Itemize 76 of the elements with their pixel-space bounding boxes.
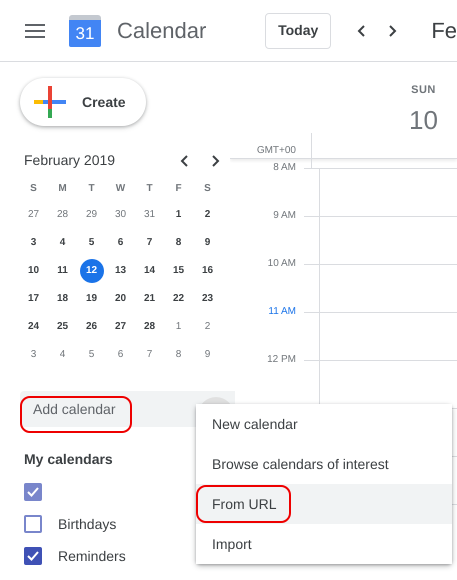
calendar-label: Birthdays xyxy=(58,514,116,534)
menu-item[interactable]: Browse calendars of interest xyxy=(196,444,452,484)
date-cell[interactable]: 3 xyxy=(22,231,46,255)
create-button[interactable]: Create xyxy=(20,78,146,126)
date-cell[interactable]: 4 xyxy=(50,343,74,367)
date-cell[interactable]: 5 xyxy=(80,343,104,367)
time-label: 10 AM xyxy=(266,258,296,270)
weekday-label: F xyxy=(174,182,183,196)
app-title: Calendar xyxy=(117,17,206,45)
date-cell[interactable]: 17 xyxy=(22,287,46,311)
date-cell[interactable]: 8 xyxy=(166,343,190,367)
date-cell[interactable]: 31 xyxy=(138,203,162,227)
period-title: Fe xyxy=(431,17,457,45)
weekday-label: M xyxy=(57,182,68,196)
date-cell[interactable]: 9 xyxy=(196,343,220,367)
date-cell[interactable]: 6 xyxy=(108,231,132,255)
checkbox[interactable] xyxy=(24,483,42,501)
timezone-label: GMT+00 xyxy=(256,144,296,158)
date-cell[interactable]: 12 xyxy=(80,259,104,283)
time-label: 9 AM xyxy=(272,210,296,222)
date-cell[interactable]: 25 xyxy=(50,315,74,339)
weekday-label: T xyxy=(87,182,96,196)
date-cell[interactable]: 6 xyxy=(108,343,132,367)
date-cell[interactable]: 27 xyxy=(22,203,46,227)
date-cell[interactable]: 9 xyxy=(196,231,220,255)
date-cell[interactable]: 13 xyxy=(108,259,132,283)
checkbox[interactable] xyxy=(24,547,42,565)
weekday-label: S xyxy=(29,182,38,196)
date-cell[interactable]: 20 xyxy=(108,287,132,311)
today-button[interactable]: Today xyxy=(265,12,332,48)
weekday-label: W xyxy=(114,182,126,196)
date-cell[interactable]: 26 xyxy=(80,315,104,339)
date-cell[interactable]: 8 xyxy=(166,231,190,255)
checkbox[interactable] xyxy=(24,515,42,533)
date-cell[interactable]: 16 xyxy=(196,259,220,283)
date-cell[interactable]: 7 xyxy=(138,231,162,255)
date-cell[interactable]: 1 xyxy=(166,315,190,339)
month-title: February 2019 xyxy=(24,151,116,170)
date-cell[interactable]: 22 xyxy=(166,287,190,311)
date-cell[interactable]: 29 xyxy=(80,203,104,227)
date-cell[interactable]: 2 xyxy=(196,203,220,227)
time-label: 8 AM xyxy=(272,162,296,174)
weekday-label: T xyxy=(145,182,154,196)
menu-icon xyxy=(25,22,45,40)
date-cell[interactable]: 21 xyxy=(138,287,162,311)
date-cell[interactable]: 27 xyxy=(108,315,132,339)
date-cell[interactable]: 3 xyxy=(22,343,46,367)
date-number: 10 xyxy=(409,106,438,132)
date-cell[interactable]: 28 xyxy=(50,203,74,227)
date-cell[interactable]: 15 xyxy=(166,259,190,283)
plus-icon xyxy=(34,86,66,118)
date-cell[interactable]: 7 xyxy=(138,343,162,367)
date-cell[interactable]: 2 xyxy=(196,315,220,339)
check-icon xyxy=(26,549,40,563)
weekday-label: SUN xyxy=(411,83,436,98)
date-cell[interactable]: 30 xyxy=(108,203,132,227)
date-cell[interactable]: 4 xyxy=(50,231,74,255)
weekday-label: S xyxy=(203,182,212,196)
date-cell[interactable]: 10 xyxy=(22,259,46,283)
date-cell[interactable]: 5 xyxy=(80,231,104,255)
time-label: 12 PM xyxy=(266,354,296,366)
date-cell[interactable]: 18 xyxy=(50,287,74,311)
menu-button[interactable] xyxy=(25,22,45,40)
check-icon xyxy=(26,485,40,499)
date-cell[interactable]: 24 xyxy=(22,315,46,339)
date-cell[interactable]: 14 xyxy=(138,259,162,283)
date-cell[interactable]: 28 xyxy=(138,315,162,339)
calendar-label: Reminders xyxy=(58,546,126,566)
date-cell[interactable]: 19 xyxy=(80,287,104,311)
date-cell[interactable]: 11 xyxy=(50,259,74,283)
menu-item[interactable]: New calendar xyxy=(196,404,452,444)
time-label: 11 AM xyxy=(267,306,296,318)
date-cell[interactable]: 1 xyxy=(166,203,190,227)
date-cell[interactable]: 23 xyxy=(196,287,220,311)
calendar-logo: 31 xyxy=(69,14,101,46)
menu-item[interactable]: Import xyxy=(196,524,452,564)
